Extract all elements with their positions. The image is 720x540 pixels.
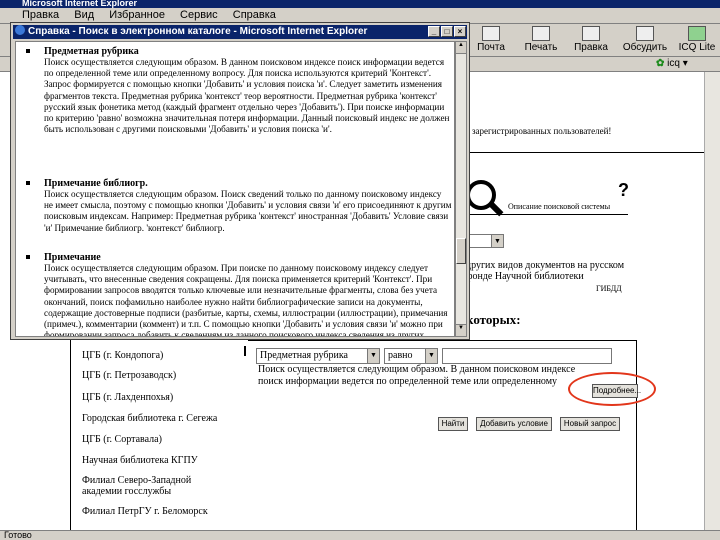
intro-text-line3: ГИБДД <box>596 284 622 293</box>
popup-title: Справка - Поиск в электронном каталоге -… <box>28 26 368 37</box>
close-icon[interactable]: × <box>454 26 466 37</box>
menu-item-tools[interactable]: Сервис <box>174 8 224 21</box>
status-bar: Готово <box>0 530 720 540</box>
scroll-up-icon[interactable]: ▲ <box>456 42 466 54</box>
intro-text-line2: фонде Научной библиотеки <box>466 271 584 282</box>
popup-scrollbar[interactable]: ▲ ▼ <box>455 41 467 337</box>
help-content: Предметная рубрика Поиск осуществляется … <box>15 41 455 337</box>
library-item[interactable]: ЦГБ (г. Лахденпохья) <box>82 392 173 403</box>
bullet-icon <box>26 181 30 185</box>
page-scrollbar[interactable] <box>704 72 720 530</box>
library-item[interactable]: Городская библиотека г. Сегежа <box>82 413 217 424</box>
help-popup-window: Справка - Поиск в электронном каталоге -… <box>10 22 470 340</box>
intro-text-line1: других видов документов на русском <box>466 260 625 271</box>
browser-title-bar: Microsoft Internet Explorer <box>0 0 720 8</box>
condition-select[interactable]: равно ▼ <box>384 348 438 364</box>
popup-title-bar[interactable]: Справка - Поиск в электронном каталоге -… <box>13 25 467 39</box>
help-section-body: Поиск осуществляется следующим образом. … <box>44 263 448 337</box>
scroll-thumb[interactable] <box>456 238 466 264</box>
left-border <box>70 340 71 530</box>
help-section: Примечание библиогр. Поиск осуществляетс… <box>22 178 452 234</box>
divider <box>466 214 628 215</box>
status-text: Готово <box>4 530 32 540</box>
libraries-label: которых: <box>466 312 521 327</box>
library-item[interactable]: ЦГБ (г. Сортавала) <box>82 434 162 445</box>
divider <box>248 340 636 341</box>
bullet-icon <box>26 49 30 53</box>
mail-icon <box>482 26 500 41</box>
library-item[interactable]: Филиал ПетрГУ г. Беломорск <box>82 506 208 517</box>
bullet-icon <box>26 255 30 259</box>
toolbar-print-button[interactable]: Печать <box>516 26 566 54</box>
library-item[interactable]: Филиал Северо-Западной академии госслужб… <box>82 475 202 497</box>
ie-logo-icon <box>15 25 25 35</box>
header-text: зарегистрированных пользователей! <box>472 126 612 136</box>
new-query-button[interactable]: Новый запрос <box>560 417 620 431</box>
highlight-circle <box>568 372 656 406</box>
toolbar-discuss-button[interactable]: Обсудить <box>620 26 670 54</box>
right-border <box>636 340 637 530</box>
maximize-icon[interactable]: □ <box>441 26 453 37</box>
divider <box>466 152 704 153</box>
help-section: Предметная рубрика Поиск осуществляется … <box>22 46 452 135</box>
print-icon <box>532 26 550 41</box>
discuss-icon <box>636 26 654 41</box>
field-description: Поиск осуществляется следующим образом. … <box>258 364 576 387</box>
scroll-down-icon[interactable]: ▼ <box>456 324 466 336</box>
help-section-heading: Примечание <box>44 252 101 263</box>
search-value-input[interactable] <box>442 348 612 364</box>
minimize-icon[interactable]: _ <box>428 26 440 37</box>
search-field-select[interactable]: Предметная рубрика ▼ <box>256 348 380 364</box>
help-section-heading: Предметная рубрика <box>44 46 139 57</box>
menu-item-favorites[interactable]: Избранное <box>103 8 171 21</box>
marker <box>244 346 246 356</box>
help-question-mark[interactable]: ? <box>618 180 629 201</box>
help-section-body: Поиск осуществляется следующим образом. … <box>44 57 450 135</box>
toolbar-icq-button[interactable]: ICQ Lite <box>672 26 720 54</box>
edit-icon <box>582 26 600 41</box>
chevron-down-icon: ▼ <box>367 349 379 363</box>
help-section: Примечание Поиск осуществляется следующи… <box>22 252 452 337</box>
toolbar-edit-button[interactable]: Правка <box>566 26 616 54</box>
chevron-down-icon: ▼ <box>425 349 437 363</box>
icq-flower-icon: ✿ <box>656 58 665 69</box>
add-condition-button[interactable]: Добавить условие <box>476 417 552 431</box>
library-item[interactable]: ЦГБ (г. Кондопога) <box>82 350 163 361</box>
search-system-caption[interactable]: Описание поисковой системы <box>508 202 610 211</box>
window-controls: _ □ × <box>427 26 466 40</box>
toolbar-mail-button[interactable]: Почта <box>466 26 516 54</box>
menu-item-help[interactable]: Справка <box>227 8 282 21</box>
icq-link[interactable]: ✿ icq ▾ <box>656 58 688 69</box>
menu-item-view[interactable]: Вид <box>68 8 100 21</box>
library-item[interactable]: Научная библиотека КГПУ <box>82 455 198 466</box>
browser-title: Microsoft Internet Explorer <box>22 0 138 8</box>
icq-icon <box>688 26 706 41</box>
chevron-down-icon: ▼ <box>491 235 503 247</box>
catalog-select[interactable]: ▼ <box>464 234 504 248</box>
help-section-heading: Примечание библиогр. <box>44 178 148 189</box>
find-button[interactable]: Найти <box>438 417 468 431</box>
library-item[interactable]: ЦГБ (г. Петрозаводск) <box>82 370 176 381</box>
menu-item-edit[interactable]: Правка <box>16 8 65 21</box>
help-section-body: Поиск осуществляется следующим образом. … <box>44 189 452 233</box>
